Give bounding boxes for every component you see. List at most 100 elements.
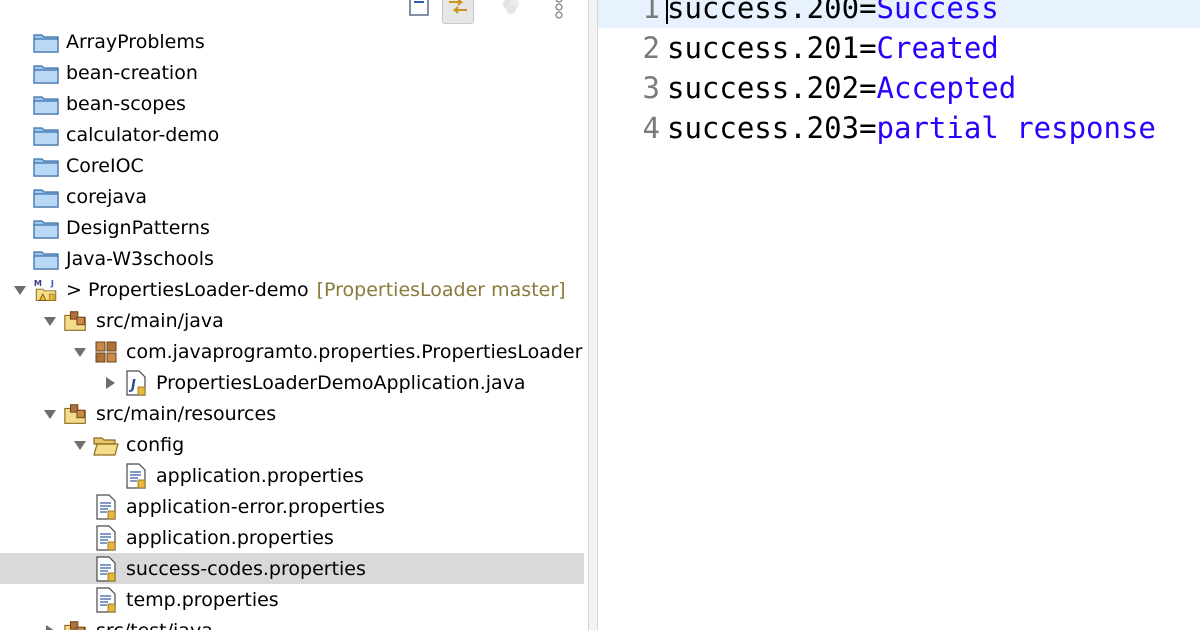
tree-item-label: application.properties: [126, 526, 334, 549]
java-file-icon: J: [123, 369, 149, 396]
source-folder-icon: [63, 401, 89, 427]
maven-project-icon: MJ: [33, 277, 59, 303]
package-icon: [93, 339, 119, 365]
properties-file-icon: [93, 555, 119, 582]
view-menu-icon[interactable]: [544, 0, 574, 22]
folder-icon: [33, 246, 59, 272]
folder-icon: [33, 91, 59, 117]
tree-item[interactable]: Java-W3schools: [0, 243, 584, 274]
tree-item-label: Java-W3schools: [66, 247, 214, 270]
folder-icon: [33, 60, 59, 86]
filters-icon[interactable]: [496, 0, 526, 22]
git-branch-decoration: [PropertiesLoader master]: [316, 278, 566, 301]
tree-item-label: DesignPatterns: [66, 216, 210, 239]
tree-item-label: config: [126, 433, 185, 456]
property-value: Success: [876, 0, 999, 25]
tree-item[interactable]: ArrayProblems: [0, 26, 584, 57]
tree-item-label: CoreIOC: [66, 154, 144, 177]
tree-item-label: src/main/java: [96, 309, 224, 332]
line-number: 3: [642, 71, 660, 105]
tree-item-label: > PropertiesLoader-demo [PropertiesLoader…: [66, 278, 566, 301]
tree-item[interactable]: M J > PropertiesLoader-demo [PropertiesLoad…: [0, 274, 584, 305]
tree-item[interactable]: application.properties: [0, 522, 584, 553]
properties-file-icon: [93, 493, 119, 520]
tree-item-label: temp.properties: [126, 588, 279, 611]
expanded-arrow-icon[interactable]: [72, 344, 88, 360]
tree-item-label: application.properties: [156, 464, 364, 487]
tree-item[interactable]: DesignPatterns: [0, 212, 584, 243]
project-explorer: ArrayProblems bean-creation bean-scopes cal…: [0, 0, 588, 630]
tree-item-label: ArrayProblems: [66, 30, 205, 53]
property-separator: =: [859, 71, 877, 105]
property-key: success.200: [667, 0, 860, 25]
tree-item[interactable]: J PropertiesLoaderDemoApplication.java: [0, 367, 584, 398]
folder-icon: [33, 122, 59, 148]
property-entry: success.202=Accepted: [667, 68, 1016, 108]
tree-item[interactable]: com.javaprogramto.properties.PropertiesL…: [0, 336, 584, 367]
property-value: Accepted: [876, 71, 1017, 105]
tree-item[interactable]: bean-scopes: [0, 88, 584, 119]
tree-item[interactable]: src/test/java: [0, 615, 584, 630]
tree-item-label: bean-creation: [66, 61, 198, 84]
property-value: Created: [876, 31, 999, 65]
line-number: 2: [642, 31, 660, 65]
properties-file-icon: [93, 524, 119, 551]
tree-item[interactable]: config: [0, 429, 584, 460]
properties-editor[interactable]: 1 success.200=Success 2 success.201=Created…: [598, 0, 1200, 630]
folder-icon: [33, 29, 59, 55]
expanded-arrow-icon[interactable]: [72, 437, 88, 453]
expanded-arrow-icon[interactable]: [42, 406, 58, 422]
property-separator: =: [859, 0, 877, 25]
editor-line[interactable]: 3 success.202=Accepted: [598, 68, 1200, 108]
line-number: 4: [642, 111, 660, 145]
tree-item[interactable]: application-error.properties: [0, 491, 584, 522]
tree-item[interactable]: CoreIOC: [0, 150, 584, 181]
collapsed-arrow-icon[interactable]: [102, 375, 118, 391]
properties-file-icon: [93, 586, 119, 613]
tree-item-label: corejava: [66, 185, 147, 208]
editor-line[interactable]: 4 success.203=partial response: [598, 108, 1200, 148]
folder-icon: [33, 215, 59, 241]
collapsed-arrow-icon[interactable]: [42, 623, 58, 630]
svg-text:M: M: [34, 277, 42, 287]
source-folder-icon: [63, 308, 89, 334]
svg-text:J: J: [50, 277, 54, 287]
editor-line[interactable]: 1 success.200=Success: [598, 0, 1200, 28]
tree-item-label: calculator-demo: [66, 123, 220, 146]
tree-item-label: PropertiesLoaderDemoApplication.java: [156, 371, 526, 394]
tree-item-label: src/main/resources: [96, 402, 277, 425]
open-folder-icon: [93, 432, 119, 458]
line-number: 1: [642, 0, 660, 25]
tree-item[interactable]: success-codes.properties: [0, 553, 584, 584]
property-key: success.202: [667, 71, 860, 105]
link-with-editor-icon[interactable]: [442, 0, 474, 24]
property-entry: success.201=Created: [667, 28, 999, 68]
tree-item[interactable]: bean-creation: [0, 57, 584, 88]
tree-item-label: bean-scopes: [66, 92, 186, 115]
property-entry: success.200=Success: [667, 0, 999, 28]
properties-file-icon: [123, 462, 149, 489]
property-value: partial response: [876, 111, 1156, 145]
editor-line[interactable]: 2 success.201=Created: [598, 28, 1200, 68]
tree-item[interactable]: corejava: [0, 181, 584, 212]
expanded-arrow-icon[interactable]: [12, 282, 28, 298]
property-separator: =: [859, 111, 877, 145]
tree-item[interactable]: temp.properties: [0, 584, 584, 615]
tree-item[interactable]: src/main/resources: [0, 398, 584, 429]
property-key: success.203: [667, 111, 860, 145]
property-separator: =: [859, 31, 877, 65]
tree-item-label: com.javaprogramto.properties.PropertiesL…: [126, 340, 583, 363]
property-key: success.201: [667, 31, 860, 65]
explorer-toolbar: [404, 0, 588, 28]
expanded-arrow-icon[interactable]: [42, 313, 58, 329]
tree-item[interactable]: src/main/java: [0, 305, 584, 336]
source-folder-icon: [63, 618, 89, 630]
tree-item[interactable]: calculator-demo: [0, 119, 584, 150]
text-caret: [666, 0, 668, 24]
pane-splitter[interactable]: [588, 0, 598, 630]
tree-item-label: application-error.properties: [126, 495, 385, 518]
tree-item-label: success-codes.properties: [126, 557, 366, 580]
collapse-all-icon[interactable]: [404, 0, 434, 22]
tree-item[interactable]: application.properties: [0, 460, 584, 491]
tree-item-label: src/test/java: [96, 620, 213, 630]
